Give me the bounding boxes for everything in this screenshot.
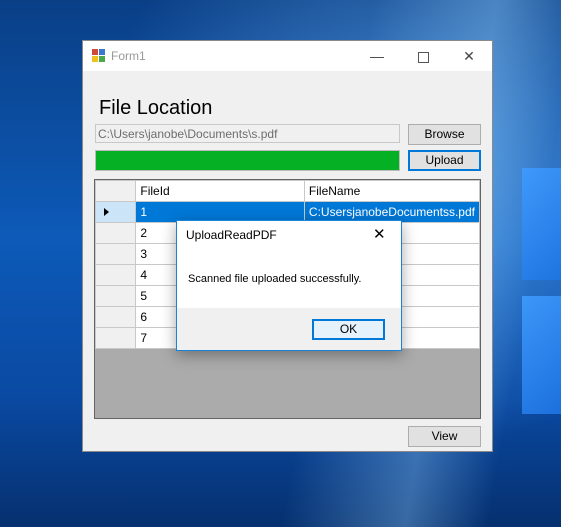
row-header[interactable] [94,285,137,307]
row-pointer-icon [104,208,109,216]
close-icon: ✕ [463,48,475,64]
dialog-close-button[interactable]: ✕ [373,225,386,243]
window-title: Form1 [111,49,146,63]
grid-header-row: FileId FileName [94,180,481,202]
row-header[interactable] [94,243,137,265]
wallpaper-logo-pane-top [522,168,561,280]
close-icon: ✕ [373,226,386,243]
upload-progress-bar [95,150,400,171]
progress-fill [96,151,399,170]
file-path-field[interactable] [95,124,400,143]
form-app-icon [92,49,106,63]
minimize-icon: — [370,48,384,64]
minimize-button[interactable]: — [354,41,400,71]
grid-corner-header [94,180,137,202]
maximize-button[interactable] [400,41,446,71]
row-header[interactable] [94,264,137,286]
title-bar[interactable]: Form1 — ✕ [83,41,492,71]
dialog-button-bar: OK [177,308,401,350]
close-button[interactable]: ✕ [446,41,492,71]
ok-button[interactable]: OK [312,319,385,340]
row-header[interactable] [94,306,137,328]
dialog-title: UploadReadPDF [186,228,277,242]
column-header-filename[interactable]: FileName [303,180,481,202]
column-header-fileid[interactable]: FileId [135,180,305,202]
dialog-message: Scanned file uploaded successfully. [188,273,362,285]
upload-button[interactable]: Upload [408,150,481,171]
browse-button[interactable]: Browse [408,124,481,145]
row-header[interactable] [94,222,137,244]
maximize-icon [417,51,429,63]
row-header[interactable] [94,201,137,223]
row-header[interactable] [94,327,137,349]
message-box-dialog: UploadReadPDF ✕ Scanned file uploaded su… [176,220,402,351]
file-location-heading: File Location [99,97,213,119]
view-button[interactable]: View [408,426,481,447]
wallpaper-logo-pane-bottom [522,296,561,414]
